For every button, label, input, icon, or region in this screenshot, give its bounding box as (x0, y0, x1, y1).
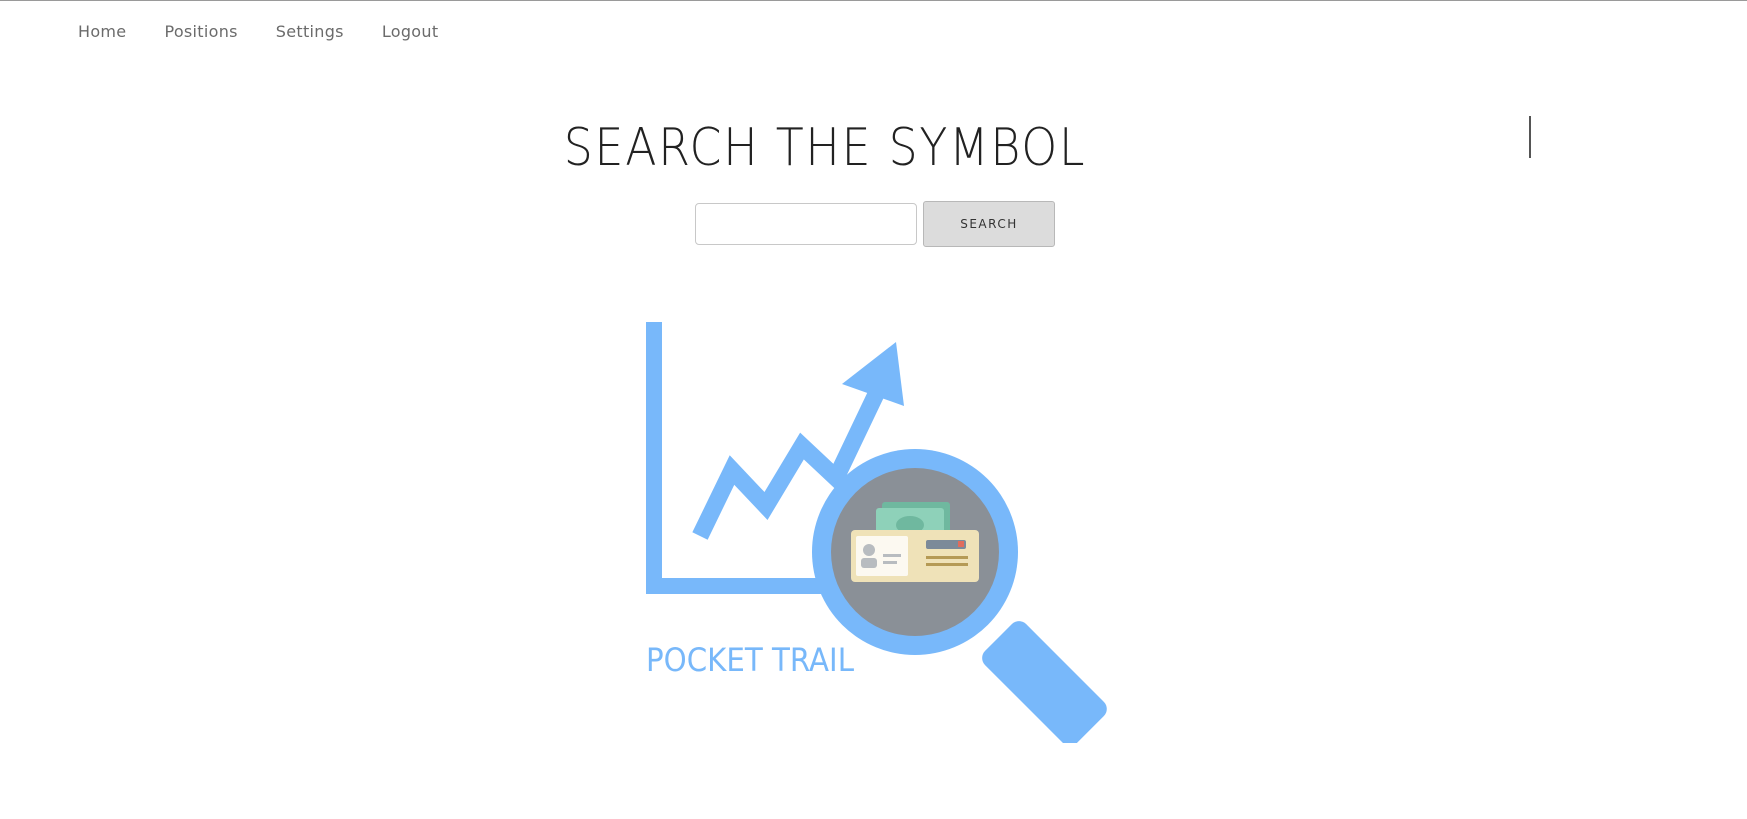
symbol-search-input[interactable] (695, 203, 917, 245)
top-nav: Home Positions Settings Logout (78, 22, 476, 41)
nav-settings[interactable]: Settings (276, 22, 344, 41)
top-border (0, 0, 1747, 1)
search-button[interactable]: SEARCH (923, 201, 1055, 247)
nav-positions[interactable]: Positions (164, 22, 237, 41)
page-title: SEARCH THE SYMBOL (563, 118, 1087, 178)
nav-logout[interactable]: Logout (382, 22, 439, 41)
nav-home[interactable]: Home (78, 22, 126, 41)
brand-text: POCKET TRAIL (646, 641, 854, 679)
magnifier-handle-icon (982, 621, 1107, 743)
search-form: SEARCH (695, 201, 1055, 247)
pocket-trail-logo: POCKET TRAIL (646, 322, 1107, 743)
text-cursor (1529, 116, 1531, 158)
